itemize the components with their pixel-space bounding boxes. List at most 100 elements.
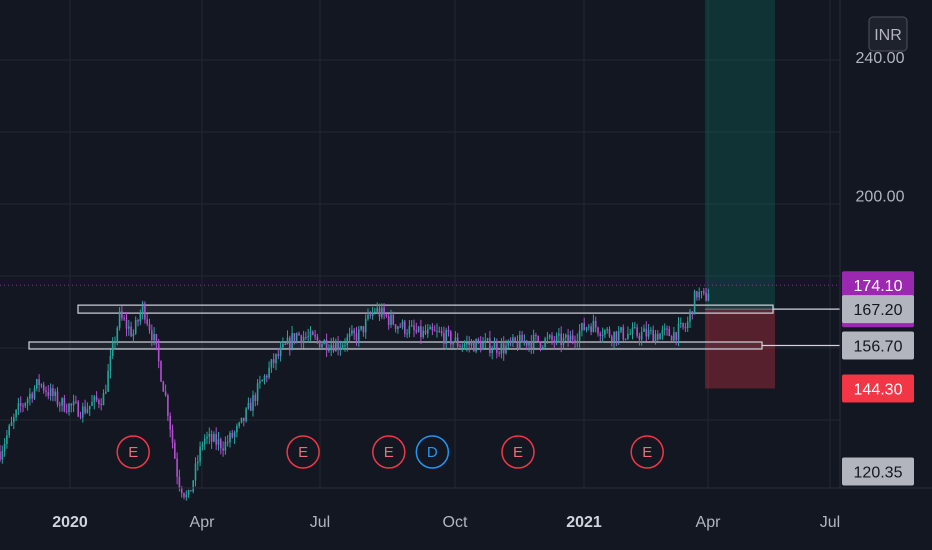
candle xyxy=(341,345,344,348)
candle xyxy=(500,343,503,354)
candle xyxy=(121,311,123,319)
candle xyxy=(509,340,512,343)
candle xyxy=(383,307,385,315)
candle xyxy=(174,442,176,459)
candle xyxy=(493,343,496,350)
candle xyxy=(401,321,404,328)
long-position-tool[interactable] xyxy=(705,0,775,389)
candle xyxy=(293,333,296,341)
candle xyxy=(192,480,194,492)
candle xyxy=(125,319,128,329)
candle xyxy=(31,393,33,399)
candle xyxy=(507,340,510,346)
candle xyxy=(151,330,153,341)
candle xyxy=(613,331,615,342)
candle xyxy=(105,391,107,394)
target-zone[interactable] xyxy=(705,0,775,310)
candle xyxy=(390,314,392,325)
candle xyxy=(199,446,201,462)
candle xyxy=(466,342,468,345)
candle xyxy=(19,403,22,406)
candle xyxy=(144,303,146,320)
candle xyxy=(185,494,188,498)
candle xyxy=(107,370,109,392)
candle xyxy=(705,292,707,301)
candle xyxy=(249,402,252,411)
candle xyxy=(33,388,36,399)
candle xyxy=(339,347,342,350)
candle xyxy=(528,341,530,346)
candle xyxy=(677,323,680,340)
currency-button[interactable]: INR xyxy=(868,16,908,52)
candle xyxy=(475,339,477,352)
candle xyxy=(100,403,102,406)
candle xyxy=(88,405,91,410)
candle xyxy=(629,333,631,335)
event-marker-label: E xyxy=(384,444,394,461)
x-tick-label: Apr xyxy=(696,514,722,531)
candle xyxy=(512,337,514,343)
candle xyxy=(482,342,484,351)
candle xyxy=(652,329,654,342)
candlestick-chart[interactable]: E E E D E E 2020 Apr Jul Oct 2021 Apr Jul 240.00 200… xyxy=(0,0,932,550)
candle xyxy=(3,443,6,452)
candle xyxy=(139,313,142,322)
candle xyxy=(141,303,144,314)
candle xyxy=(332,344,335,352)
candle xyxy=(68,404,70,412)
candle xyxy=(415,330,418,332)
candle xyxy=(123,318,125,320)
candle xyxy=(79,416,82,418)
candle xyxy=(229,432,231,443)
candle xyxy=(353,330,355,334)
candle xyxy=(215,434,217,445)
candle xyxy=(650,329,652,331)
candle xyxy=(530,341,533,349)
candle xyxy=(337,341,339,350)
candle xyxy=(574,339,576,343)
candle xyxy=(10,422,13,426)
x-tick-label: 2020 xyxy=(52,514,88,531)
candle xyxy=(659,333,661,340)
candle xyxy=(647,330,650,337)
candle xyxy=(24,403,27,406)
candle xyxy=(109,355,112,371)
candle xyxy=(77,401,79,417)
candle xyxy=(291,333,293,349)
candle xyxy=(378,308,381,317)
candle xyxy=(489,338,491,353)
candle xyxy=(59,404,61,406)
candle xyxy=(473,342,475,352)
candle xyxy=(371,312,374,316)
resistance-box[interactable] xyxy=(77,304,774,314)
candle xyxy=(560,333,562,346)
candle xyxy=(394,324,397,329)
currency-button-label[interactable]: INR xyxy=(874,27,902,44)
candle xyxy=(440,331,443,334)
support-box[interactable] xyxy=(28,341,763,350)
candle xyxy=(553,340,556,343)
candle xyxy=(132,333,135,337)
candle xyxy=(542,346,544,348)
candle xyxy=(438,330,441,332)
candle xyxy=(443,333,445,344)
event-marker-label: E xyxy=(513,444,523,461)
candle xyxy=(599,333,602,337)
candle xyxy=(661,329,664,334)
candle xyxy=(323,339,326,345)
candle xyxy=(206,436,208,439)
candle xyxy=(420,326,422,338)
candle xyxy=(38,379,40,386)
x-tick-label: 2021 xyxy=(566,514,602,531)
candle xyxy=(668,328,671,337)
x-tick-label: Apr xyxy=(190,514,216,531)
candle xyxy=(245,408,247,422)
candle xyxy=(238,422,240,426)
candle xyxy=(252,395,254,411)
candle xyxy=(617,331,620,341)
candle xyxy=(686,321,689,329)
candle xyxy=(70,404,73,406)
candle xyxy=(431,327,434,331)
candle xyxy=(505,345,507,354)
candle xyxy=(208,433,211,437)
